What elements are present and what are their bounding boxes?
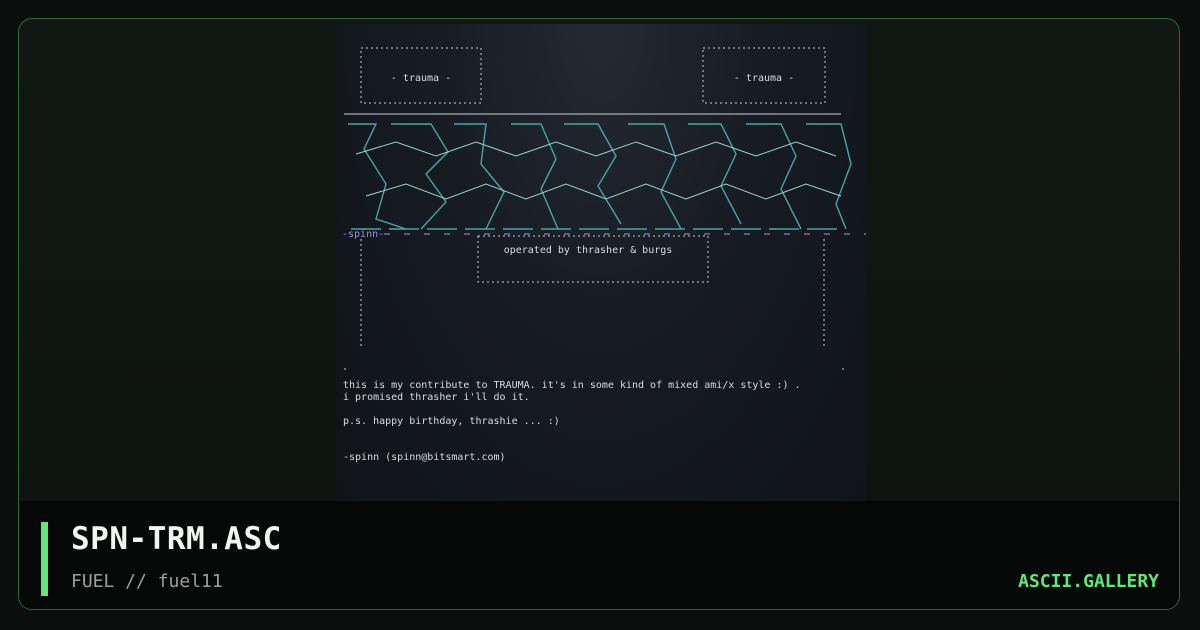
ascii-logo [348,123,852,230]
card-footer: SPN-TRM.ASC FUEL // fuel11 ASCII.GALLERY [19,501,1179,609]
text-line: i promised thrasher i'll do it. [343,392,530,403]
text-line [343,440,801,452]
credit-text: operated by thrasher & burgs [504,245,673,256]
tag-left-text: - trauma - [391,73,451,84]
tag-right-text: - trauma - [734,73,794,84]
file-title[interactable]: SPN-TRM.ASC [71,521,282,557]
artwork-text: this is my contribute to TRAUMA. it's in… [343,380,801,464]
ascii-card: - trauma - - trauma - -spinn- operated b… [18,18,1180,610]
text-line: -spinn (spinn@bitsmart.com) [343,452,506,463]
text-line: this is my contribute to TRAUMA. it's in… [343,380,801,391]
credit-box [477,235,709,283]
text-line [343,428,801,440]
accent-bar [41,522,48,596]
pack-subtitle[interactable]: FUEL // fuel11 [71,571,223,592]
text-line: p.s. happy birthday, thrashie ... :) [343,416,560,427]
site-brand[interactable]: ASCII.GALLERY [1018,571,1159,592]
signature-tag: -spinn- [342,229,384,240]
text-line [343,404,801,416]
artwork-preview[interactable]: - trauma - - trauma - -spinn- operated b… [336,24,866,502]
